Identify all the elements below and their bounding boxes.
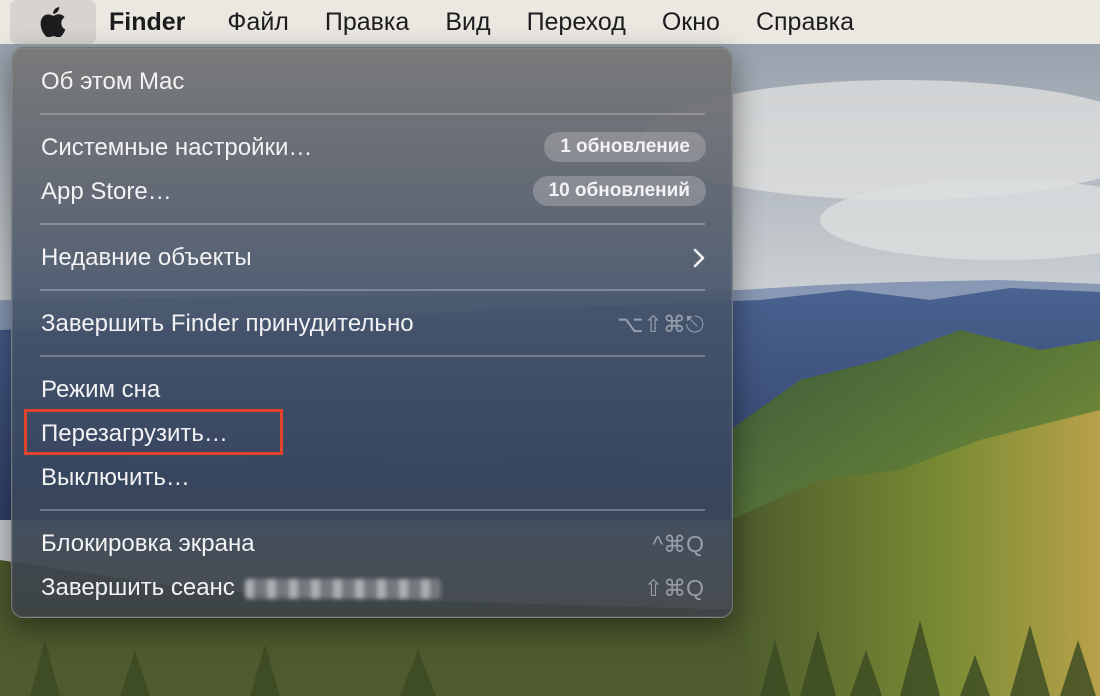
system-settings-update-badge: 1 обновление — [544, 132, 706, 162]
menubar-go[interactable]: Переход — [527, 8, 626, 37]
menubar-view[interactable]: Вид — [445, 8, 490, 37]
menu-item-shut-down[interactable]: Выключить… — [41, 463, 190, 493]
menu-item-sleep[interactable]: Режим сна — [41, 375, 160, 405]
menubar-app-finder[interactable]: Finder — [109, 8, 185, 37]
apple-menu-button[interactable] — [10, 0, 96, 44]
menu-item-app-store[interactable]: App Store… — [41, 177, 172, 207]
menu-item-recent-items[interactable]: Недавние объекты — [41, 243, 252, 273]
menu-separator — [40, 223, 705, 225]
menu-item-log-out[interactable]: Завершить сеанс — [41, 573, 441, 603]
menubar-window[interactable]: Окно — [662, 8, 720, 37]
menu-separator — [40, 355, 705, 357]
app-store-update-badge: 10 обновлений — [532, 176, 706, 206]
apple-logo-icon — [40, 7, 66, 37]
menu-item-system-settings[interactable]: Системные настройки… — [41, 133, 312, 163]
menu-separator — [40, 113, 705, 115]
log-out-label: Завершить сеанс — [41, 574, 235, 601]
force-quit-shortcut: ⌥⇧⌘⎋ — [617, 311, 704, 337]
menu-item-about-this-mac[interactable]: Об этом Mac — [41, 67, 184, 97]
menubar-edit[interactable]: Правка — [325, 8, 409, 37]
menubar-help[interactable]: Справка — [756, 8, 854, 37]
lock-screen-shortcut: ^⌘Q — [652, 531, 704, 557]
chevron-right-icon — [693, 248, 705, 268]
menu-separator — [40, 289, 705, 291]
annotation-highlight-box — [24, 409, 283, 455]
menu-bar: Finder Файл Правка Вид Переход Окно Спра… — [0, 0, 1100, 44]
menu-item-lock-screen[interactable]: Блокировка экрана — [41, 529, 255, 559]
blurred-username — [244, 578, 441, 599]
menu-separator — [40, 509, 705, 511]
menubar-file[interactable]: Файл — [227, 8, 288, 37]
apple-dropdown-menu: Об этом Mac Системные настройки… 1 обнов… — [11, 47, 733, 618]
log-out-shortcut: ⇧⌘Q — [643, 575, 704, 601]
menu-item-force-quit[interactable]: Завершить Finder принудительно — [41, 309, 414, 339]
